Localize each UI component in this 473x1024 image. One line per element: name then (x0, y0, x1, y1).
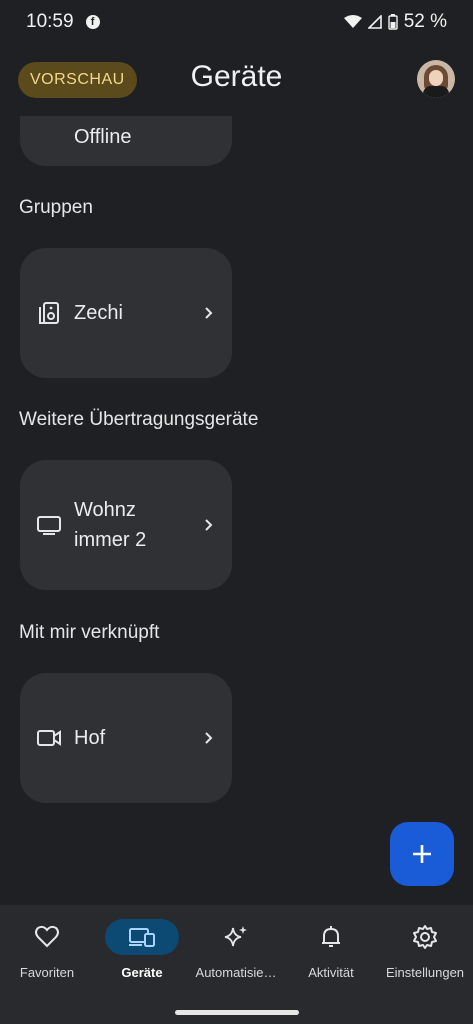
chevron-right-icon (205, 732, 213, 744)
battery-icon (387, 14, 398, 30)
speaker-group-icon (39, 302, 59, 324)
tv-icon (37, 516, 61, 535)
facebook-notification-icon: f (85, 15, 100, 29)
page-title: Geräte (190, 60, 283, 93)
avatar[interactable] (417, 60, 455, 98)
wifi-icon (343, 15, 362, 28)
devices-icon (129, 928, 155, 947)
device-tile-zechi[interactable]: Zechi (20, 248, 232, 378)
device-tile-label-line1: Wohnz (74, 499, 136, 521)
battery-percent: 52 % (403, 11, 447, 32)
status-bar: 10:59 f 52 % (0, 0, 473, 44)
status-time: 10:59 (26, 11, 74, 32)
device-tile-label: Hof (74, 727, 106, 749)
bell-icon (322, 926, 340, 947)
nav-item-label: Geräte (121, 965, 163, 980)
nav-item-favoriten[interactable]: Favoriten (0, 919, 94, 980)
plus-icon (413, 845, 431, 863)
nav-item-einstellungen[interactable]: Einstellungen (378, 919, 472, 980)
nav-item-label: Favoriten (19, 965, 75, 980)
nav-item-label: Automatisie… (195, 965, 277, 980)
heart-icon (35, 925, 59, 948)
app-header: VORSCHAU Geräte (0, 50, 473, 110)
device-tile-label: Zechi (74, 302, 123, 324)
bottom-navigation: Favoriten Geräte Automatisie… Aktivität … (0, 905, 473, 1024)
device-tile-label-line2: immer 2 (74, 529, 147, 551)
nav-item-automatisierungen[interactable]: Automatisie… (189, 919, 283, 980)
section-heading-groups: Gruppen (19, 197, 93, 218)
section-heading-linked: Mit mir verknüpft (19, 622, 160, 643)
nav-item-aktivitaet[interactable]: Aktivität (284, 919, 378, 980)
section-heading-cast-devices: Weitere Übertragungsgeräte (19, 409, 259, 430)
nav-item-geraete[interactable]: Geräte (95, 919, 189, 980)
add-button[interactable] (390, 822, 454, 886)
sparkle-icon (224, 926, 247, 947)
device-tile-label: Offline (74, 126, 132, 148)
nav-item-label: Einstellungen (385, 965, 465, 980)
device-tile-label: Wohnz immer 2 (74, 495, 202, 555)
chevron-right-icon (205, 307, 213, 319)
signal-icon (367, 15, 382, 29)
home-indicator[interactable] (175, 1010, 299, 1015)
device-tile-hof[interactable]: Hof (20, 673, 232, 803)
device-tile-offline[interactable]: Offline (20, 116, 232, 166)
nav-item-label: Aktivität (308, 965, 354, 980)
chevron-right-icon (205, 519, 213, 531)
device-tile-wohnzimmer-2[interactable]: Wohnz immer 2 (20, 460, 232, 590)
video-camera-icon (37, 730, 61, 746)
gear-icon (413, 925, 437, 949)
